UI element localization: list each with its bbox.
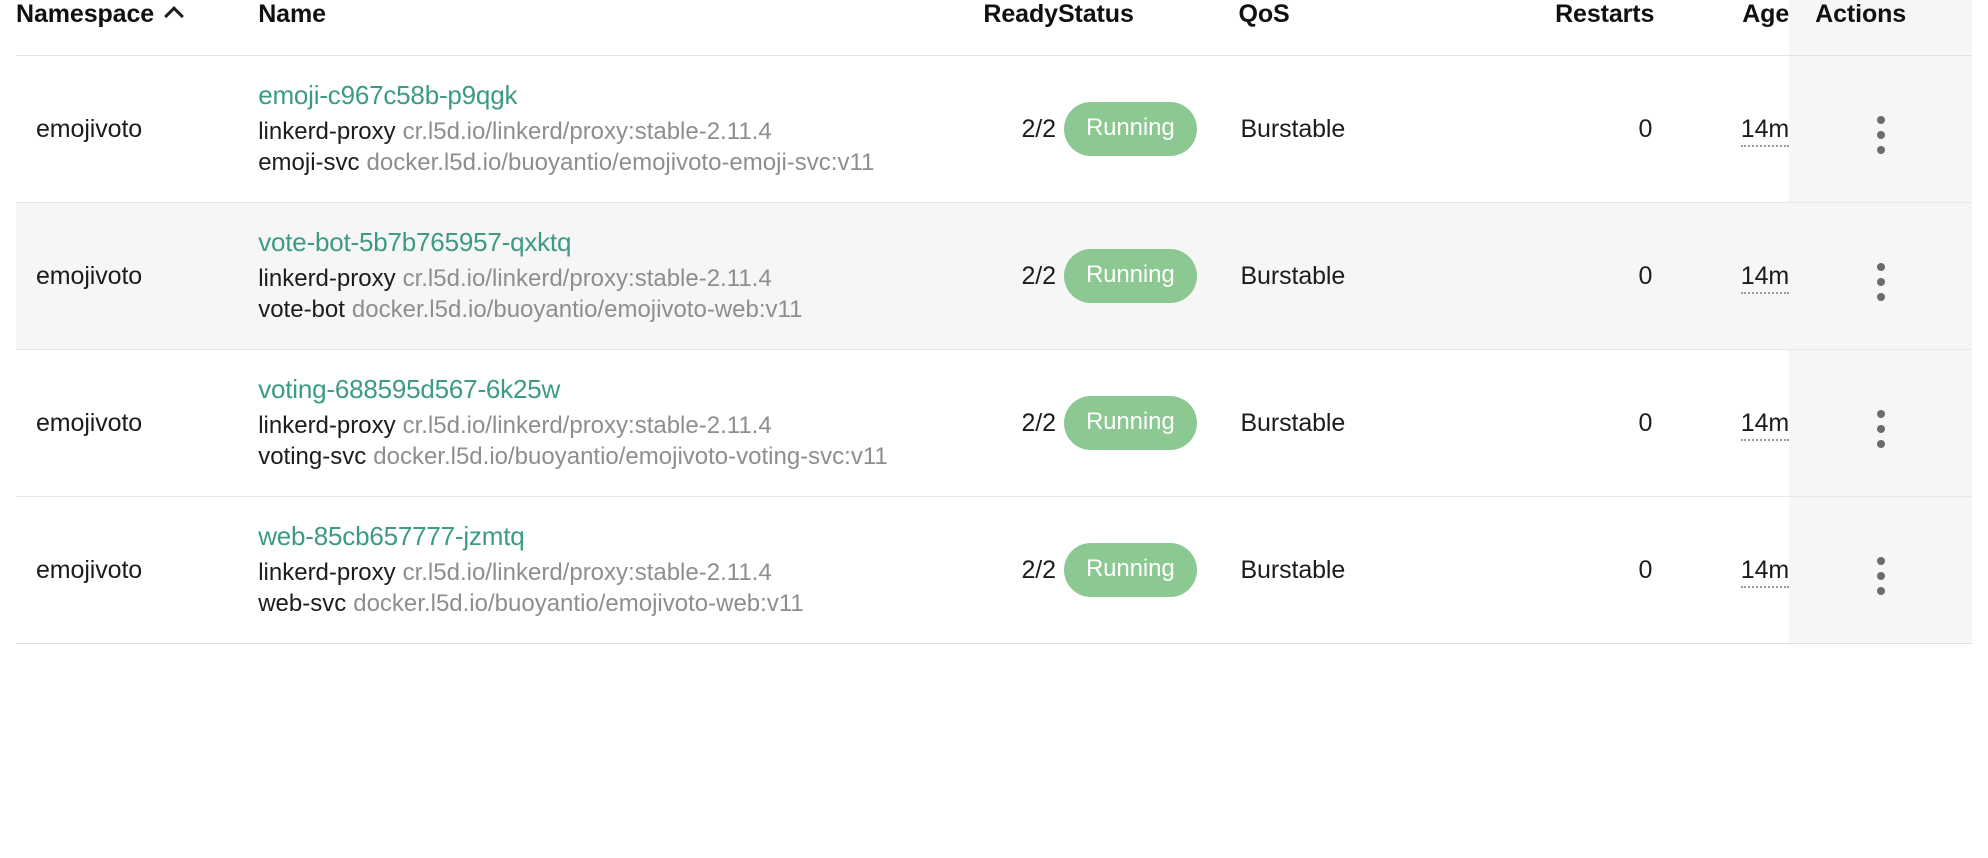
cell-qos: Burstable bbox=[1238, 496, 1406, 644]
table-header: Namespace Name Ready Status QoS Restarts… bbox=[16, 0, 1972, 56]
column-header-status[interactable]: Status bbox=[1057, 0, 1239, 56]
column-header-actions-label: Actions bbox=[1815, 0, 1907, 28]
container-name: emoji-svc bbox=[258, 148, 360, 176]
cell-ready: 2/2 bbox=[930, 202, 1058, 350]
cell-age: 14m bbox=[1654, 496, 1790, 644]
table-row[interactable]: emojivoto voting-688595d567-6k25w linker… bbox=[16, 349, 1972, 497]
age-value[interactable]: 14m bbox=[1740, 114, 1790, 147]
cell-namespace: emojivoto bbox=[16, 55, 259, 203]
column-header-name[interactable]: Name bbox=[258, 0, 930, 56]
column-header-status-label: Status bbox=[1057, 0, 1134, 28]
column-header-age-label: Age bbox=[1742, 0, 1790, 28]
container-image: cr.l5d.io/linkerd/proxy:stable-2.11.4 bbox=[402, 117, 772, 145]
cell-ready: 2/2 bbox=[930, 349, 1058, 497]
cell-restarts: 0 bbox=[1405, 202, 1655, 350]
cell-namespace: emojivoto bbox=[16, 349, 259, 497]
container-name: web-svc bbox=[258, 589, 347, 617]
container-image: docker.l5d.io/buoyantio/emojivoto-emoji-… bbox=[366, 148, 875, 176]
chevron-up-icon bbox=[166, 7, 183, 18]
column-header-ready-label: Ready bbox=[983, 0, 1058, 28]
kebab-menu-icon[interactable] bbox=[1861, 554, 1901, 598]
column-header-name-label: Name bbox=[258, 0, 326, 28]
kebab-menu-icon[interactable] bbox=[1861, 260, 1901, 304]
container-image: docker.l5d.io/buoyantio/emojivoto-web:v1… bbox=[351, 295, 803, 323]
container-image: docker.l5d.io/buoyantio/emojivoto-web:v1… bbox=[353, 589, 804, 617]
container-line: emoji-svc docker.l5d.io/buoyantio/emojivo… bbox=[258, 147, 920, 178]
table-row[interactable]: emojivoto web-85cb657777-jzmtq linkerd-p… bbox=[16, 496, 1972, 644]
container-name: linkerd-proxy bbox=[258, 117, 396, 145]
cell-name: voting-688595d567-6k25w linkerd-proxy cr.… bbox=[258, 349, 930, 497]
container-line: linkerd-proxy cr.l5d.io/linkerd/proxy:sta… bbox=[258, 263, 920, 294]
status-badge: Running bbox=[1063, 543, 1197, 597]
cell-age: 14m bbox=[1654, 349, 1790, 497]
cell-qos: Burstable bbox=[1238, 55, 1406, 203]
container-name: linkerd-proxy bbox=[258, 411, 396, 439]
cell-name: emoji-c967c58b-p9qgk linkerd-proxy cr.l5d… bbox=[258, 55, 930, 203]
age-value[interactable]: 14m bbox=[1740, 408, 1790, 441]
cell-name: web-85cb657777-jzmtq linkerd-proxy cr.l5d… bbox=[258, 496, 930, 644]
pods-table: Namespace Name Ready Status QoS Restarts… bbox=[16, 0, 1972, 644]
container-line: voting-svc docker.l5d.io/buoyantio/emojiv… bbox=[258, 441, 920, 472]
container-image: cr.l5d.io/linkerd/proxy:stable-2.11.4 bbox=[402, 558, 772, 586]
column-header-actions: Actions bbox=[1789, 0, 1972, 56]
container-name: linkerd-proxy bbox=[258, 558, 396, 586]
cell-namespace: emojivoto bbox=[16, 496, 259, 644]
cell-namespace: emojivoto bbox=[16, 202, 259, 350]
container-name: vote-bot bbox=[258, 295, 345, 323]
column-header-namespace[interactable]: Namespace bbox=[16, 0, 259, 56]
container-line: linkerd-proxy cr.l5d.io/linkerd/proxy:sta… bbox=[258, 116, 920, 147]
cell-qos: Burstable bbox=[1238, 349, 1406, 497]
cell-restarts: 0 bbox=[1405, 496, 1655, 644]
column-header-qos[interactable]: QoS bbox=[1238, 0, 1406, 56]
column-header-ready[interactable]: Ready bbox=[930, 0, 1058, 56]
container-line: linkerd-proxy cr.l5d.io/linkerd/proxy:sta… bbox=[258, 557, 920, 588]
cell-actions bbox=[1789, 55, 1972, 203]
pods-table-container: Namespace Name Ready Status QoS Restarts… bbox=[0, 0, 1988, 858]
cell-qos: Burstable bbox=[1238, 202, 1406, 350]
pod-name-link[interactable]: vote-bot-5b7b765957-qxktq bbox=[258, 227, 920, 258]
table-body: emojivoto emoji-c967c58b-p9qgk linkerd-p… bbox=[16, 55, 1972, 644]
cell-status: Running bbox=[1057, 496, 1239, 644]
kebab-menu-icon[interactable] bbox=[1861, 407, 1901, 451]
cell-status: Running bbox=[1057, 349, 1239, 497]
column-header-age[interactable]: Age bbox=[1654, 0, 1789, 56]
status-badge: Running bbox=[1063, 102, 1197, 156]
container-image: docker.l5d.io/buoyantio/emojivoto-voting… bbox=[373, 442, 888, 470]
column-header-restarts[interactable]: Restarts bbox=[1405, 0, 1654, 56]
container-image: cr.l5d.io/linkerd/proxy:stable-2.11.4 bbox=[402, 411, 772, 439]
container-line: web-svc docker.l5d.io/buoyantio/emojivoto… bbox=[258, 588, 920, 619]
cell-actions bbox=[1789, 496, 1972, 644]
container-line: linkerd-proxy cr.l5d.io/linkerd/proxy:sta… bbox=[258, 410, 920, 441]
status-badge: Running bbox=[1063, 249, 1197, 303]
column-header-restarts-label: Restarts bbox=[1555, 0, 1655, 28]
cell-actions bbox=[1789, 349, 1972, 497]
pod-name-link[interactable]: web-85cb657777-jzmtq bbox=[258, 521, 920, 552]
status-badge: Running bbox=[1063, 396, 1197, 450]
cell-name: vote-bot-5b7b765957-qxktq linkerd-proxy c… bbox=[258, 202, 930, 350]
age-value[interactable]: 14m bbox=[1740, 261, 1790, 294]
cell-status: Running bbox=[1057, 55, 1239, 203]
column-header-qos-label: QoS bbox=[1238, 0, 1290, 28]
cell-restarts: 0 bbox=[1405, 349, 1655, 497]
pod-name-link[interactable]: emoji-c967c58b-p9qgk bbox=[258, 80, 920, 111]
cell-age: 14m bbox=[1654, 55, 1790, 203]
cell-restarts: 0 bbox=[1405, 55, 1655, 203]
table-header-row: Namespace Name Ready Status QoS Restarts… bbox=[16, 0, 1972, 56]
container-image: cr.l5d.io/linkerd/proxy:stable-2.11.4 bbox=[402, 264, 772, 292]
table-row[interactable]: emojivoto vote-bot-5b7b765957-qxktq link… bbox=[16, 202, 1972, 350]
cell-actions bbox=[1789, 202, 1972, 350]
cell-status: Running bbox=[1057, 202, 1239, 350]
cell-ready: 2/2 bbox=[930, 496, 1058, 644]
pod-name-link[interactable]: voting-688595d567-6k25w bbox=[258, 374, 920, 405]
container-name: linkerd-proxy bbox=[258, 264, 396, 292]
cell-age: 14m bbox=[1654, 202, 1790, 350]
column-header-namespace-label: Namespace bbox=[16, 0, 155, 28]
kebab-menu-icon[interactable] bbox=[1861, 113, 1901, 157]
container-line: vote-bot docker.l5d.io/buoyantio/emojivot… bbox=[258, 294, 920, 325]
cell-ready: 2/2 bbox=[930, 55, 1058, 203]
container-name: voting-svc bbox=[258, 442, 367, 470]
table-row[interactable]: emojivoto emoji-c967c58b-p9qgk linkerd-p… bbox=[16, 55, 1972, 203]
age-value[interactable]: 14m bbox=[1740, 555, 1790, 588]
